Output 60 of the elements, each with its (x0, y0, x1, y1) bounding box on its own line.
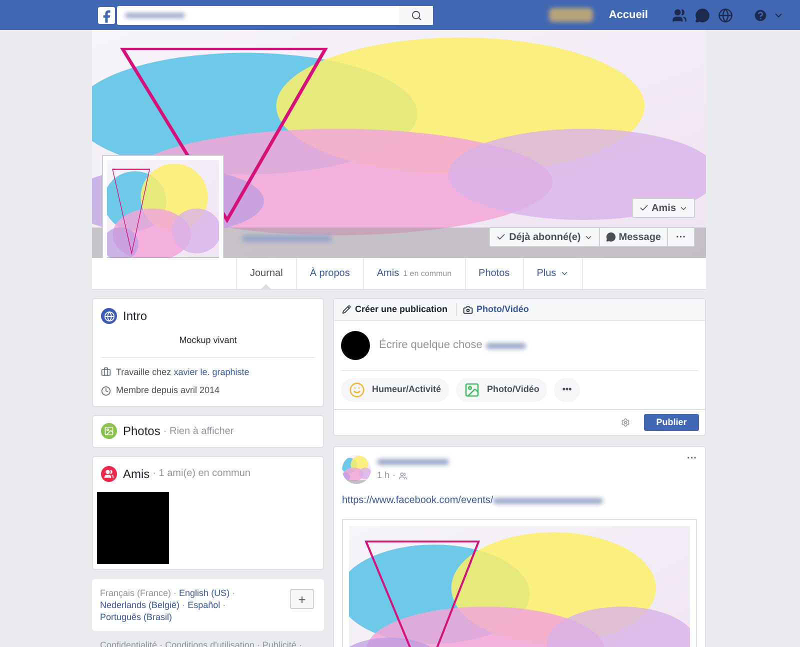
search-field[interactable] (117, 6, 433, 24)
separator-dot: · (392, 469, 396, 482)
blurred-name (377, 459, 449, 465)
briefcase-icon (101, 367, 111, 378)
camera-icon (462, 304, 473, 314)
globe-icon[interactable] (718, 8, 733, 22)
language-link[interactable]: Español (188, 600, 220, 610)
search-icon[interactable] (410, 10, 422, 20)
event-link[interactable]: https://www.facebook.com/events/ (342, 493, 494, 508)
separator-dot: · (158, 640, 164, 647)
language-link[interactable]: Português (Brasil) (100, 612, 172, 622)
composer-tab[interactable]: Créer une publication (340, 302, 450, 316)
avatar (341, 331, 370, 360)
help-icon[interactable] (753, 8, 768, 22)
profile-tab[interactable]: Plus (522, 258, 584, 289)
card-note: · Rien à afficher (163, 424, 234, 438)
audience-icon (398, 472, 407, 480)
composer-action[interactable]: Humeur/Activité (341, 378, 450, 402)
language-link[interactable]: English (US) (179, 588, 230, 598)
add-language-button[interactable]: + (290, 588, 314, 608)
card-note: · 1 ami(e) en commun (152, 467, 250, 481)
separator-dot: · (222, 600, 226, 610)
settings-icon[interactable] (621, 418, 630, 427)
smiley-icon (349, 382, 365, 398)
bio-text: Mockup vivant (101, 334, 315, 358)
blurred-name (486, 342, 526, 348)
pencil-icon (342, 305, 351, 314)
separator-dot: · (181, 600, 186, 610)
separator-dot: · (231, 588, 236, 598)
profile-tab[interactable]: Photos (464, 258, 523, 289)
logo-icon[interactable] (98, 6, 115, 24)
friends-icon (101, 466, 117, 482)
photo-icon (464, 382, 480, 398)
composer-action[interactable]: Photo/Vidéo (456, 378, 548, 402)
card-title: Intro (123, 308, 148, 325)
photo-icon (101, 423, 117, 439)
friends-icon[interactable] (672, 8, 687, 22)
language-link[interactable]: Nederlands (België) (100, 600, 180, 610)
profile-tab[interactable]: Amis 1 en commun (362, 258, 465, 289)
avatar[interactable] (548, 8, 593, 22)
caret-icon (560, 269, 570, 278)
intro-detail: Travaille chez xavier le. graphiste (116, 366, 250, 379)
profile-tab[interactable]: Journal (236, 258, 296, 289)
publish-button[interactable]: Publier (644, 414, 699, 431)
profile-tab[interactable]: À propos (296, 258, 363, 289)
card-title: Photos (123, 423, 160, 440)
separator-dot: · (256, 640, 261, 647)
home-link[interactable]: Accueil (608, 6, 648, 24)
clock-icon (101, 386, 111, 396)
workplace-link[interactable]: xavier le. graphiste (174, 366, 250, 376)
more-button[interactable]: ··· (687, 451, 697, 466)
composer-tab[interactable]: Photo/Vidéo (456, 302, 531, 316)
messenger-icon[interactable] (695, 8, 710, 22)
globe-icon (101, 308, 117, 324)
intro-detail: Membre depuis avril 2014 (116, 384, 220, 397)
card-title: Amis (123, 466, 150, 482)
separator-dot: · (298, 640, 302, 647)
separator-dot: · (172, 588, 178, 598)
blurred-name (125, 12, 185, 18)
composer-action[interactable]: ••• (554, 378, 580, 402)
